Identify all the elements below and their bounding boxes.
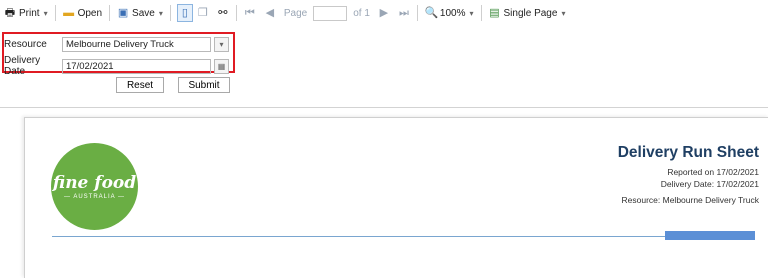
print-button[interactable]: 🖶 Print ▾ [0,3,52,23]
save-button[interactable]: ▣ Save ▾ [113,3,167,23]
resource-label: Resource [4,39,47,50]
print-label: Print [19,7,40,19]
resource-dropdown-button[interactable]: ▾ [214,37,229,52]
fine-food-logo: fine food — AUSTRALIA — [51,143,138,230]
first-page-button[interactable]: ⏮ [240,3,260,23]
open-button[interactable]: ▬ Open [59,3,106,23]
single-page-view-button[interactable]: ▯ [176,4,193,22]
chevron-down-icon: ▾ [43,8,48,18]
calendar-button[interactable]: ▦ [214,58,229,74]
multi-page-view-button[interactable]: ❐ [193,3,213,23]
page-number-input[interactable] [313,5,348,21]
submit-button[interactable]: Submit [178,77,230,93]
chevron-down-icon: ▾ [469,8,474,18]
toolbar-divider [169,5,171,21]
page-navigator: Page of 1 [280,3,374,23]
toolbar-divider [109,5,111,21]
last-page-button[interactable]: ⏭ [394,3,414,23]
next-page-icon: ▶ [379,7,389,19]
toolbar-divider [54,5,56,21]
previous-page-icon: ◀ [265,7,275,19]
toolbar-divider [480,5,482,21]
toolbar-divider [235,5,237,21]
next-page-button[interactable]: ▶ [374,3,394,23]
magnifier-icon: 🔍 [424,7,439,19]
view-mode-dropdown[interactable]: ▤ Single Page ▾ [485,3,570,23]
header-divider [0,107,768,108]
reported-on: Reported on 17/02/2021 [667,167,759,177]
floppy-disk-icon: ▣ [117,7,129,19]
logo-subtitle: — AUSTRALIA — [63,193,125,200]
resource-text: Resource: Melbourne Delivery Truck [621,195,759,205]
last-page-icon: ⏭ [398,7,409,19]
toolbar-divider [416,5,418,21]
save-label: Save [132,7,155,19]
single-page-icon: ▤ [489,7,500,19]
chevron-down-icon: ▾ [561,8,566,18]
binoculars-icon: ⚯ [218,7,228,19]
report-rule [52,236,739,237]
reset-button[interactable]: Reset [116,77,164,93]
page-label: Page [283,7,308,19]
delivery-date-text: Delivery Date: 17/02/2021 [660,179,759,189]
resource-select[interactable]: Melbourne Delivery Truck [62,37,211,52]
report-accent-bar [665,231,755,240]
chevron-down-icon: ▾ [219,40,224,49]
calendar-icon: ▦ [217,61,226,71]
resource-parameter: Resource Melbourne Delivery Truck ▾ [4,37,229,52]
open-label: Open [77,7,103,19]
delivery-date-input[interactable]: 17/02/2021 [62,58,211,74]
delivery-date-label: Delivery Date [4,55,41,77]
previous-page-button[interactable]: ◀ [260,3,280,23]
first-page-icon: ⏮ [244,7,255,19]
report-title: Delivery Run Sheet [617,144,759,161]
chevron-down-icon: ▾ [158,8,163,18]
report-toolbar: 🖶 Print ▾ ▬ Open ▣ Save ▾ ▯ ❐ ⚯ ⏮ ◀ Page… [0,0,768,26]
printer-icon: 🖶 [4,7,16,19]
pages-icon: ❐ [197,7,208,19]
zoom-dropdown[interactable]: 🔍 100% ▾ [421,3,478,23]
zoom-value: 100% [439,7,466,19]
page-count: of 1 [353,7,370,19]
logo-wordmark: fine food [52,172,137,193]
folder-icon: ▬ [63,7,75,19]
report-page: fine food — AUSTRALIA — Delivery Run She… [24,117,768,278]
delivery-date-parameter: Delivery Date 17/02/2021 ▦ [4,55,229,77]
view-mode-value: Single Page [503,7,558,19]
find-button[interactable]: ⚯ [213,3,233,23]
page-icon: ▯ [181,7,188,19]
